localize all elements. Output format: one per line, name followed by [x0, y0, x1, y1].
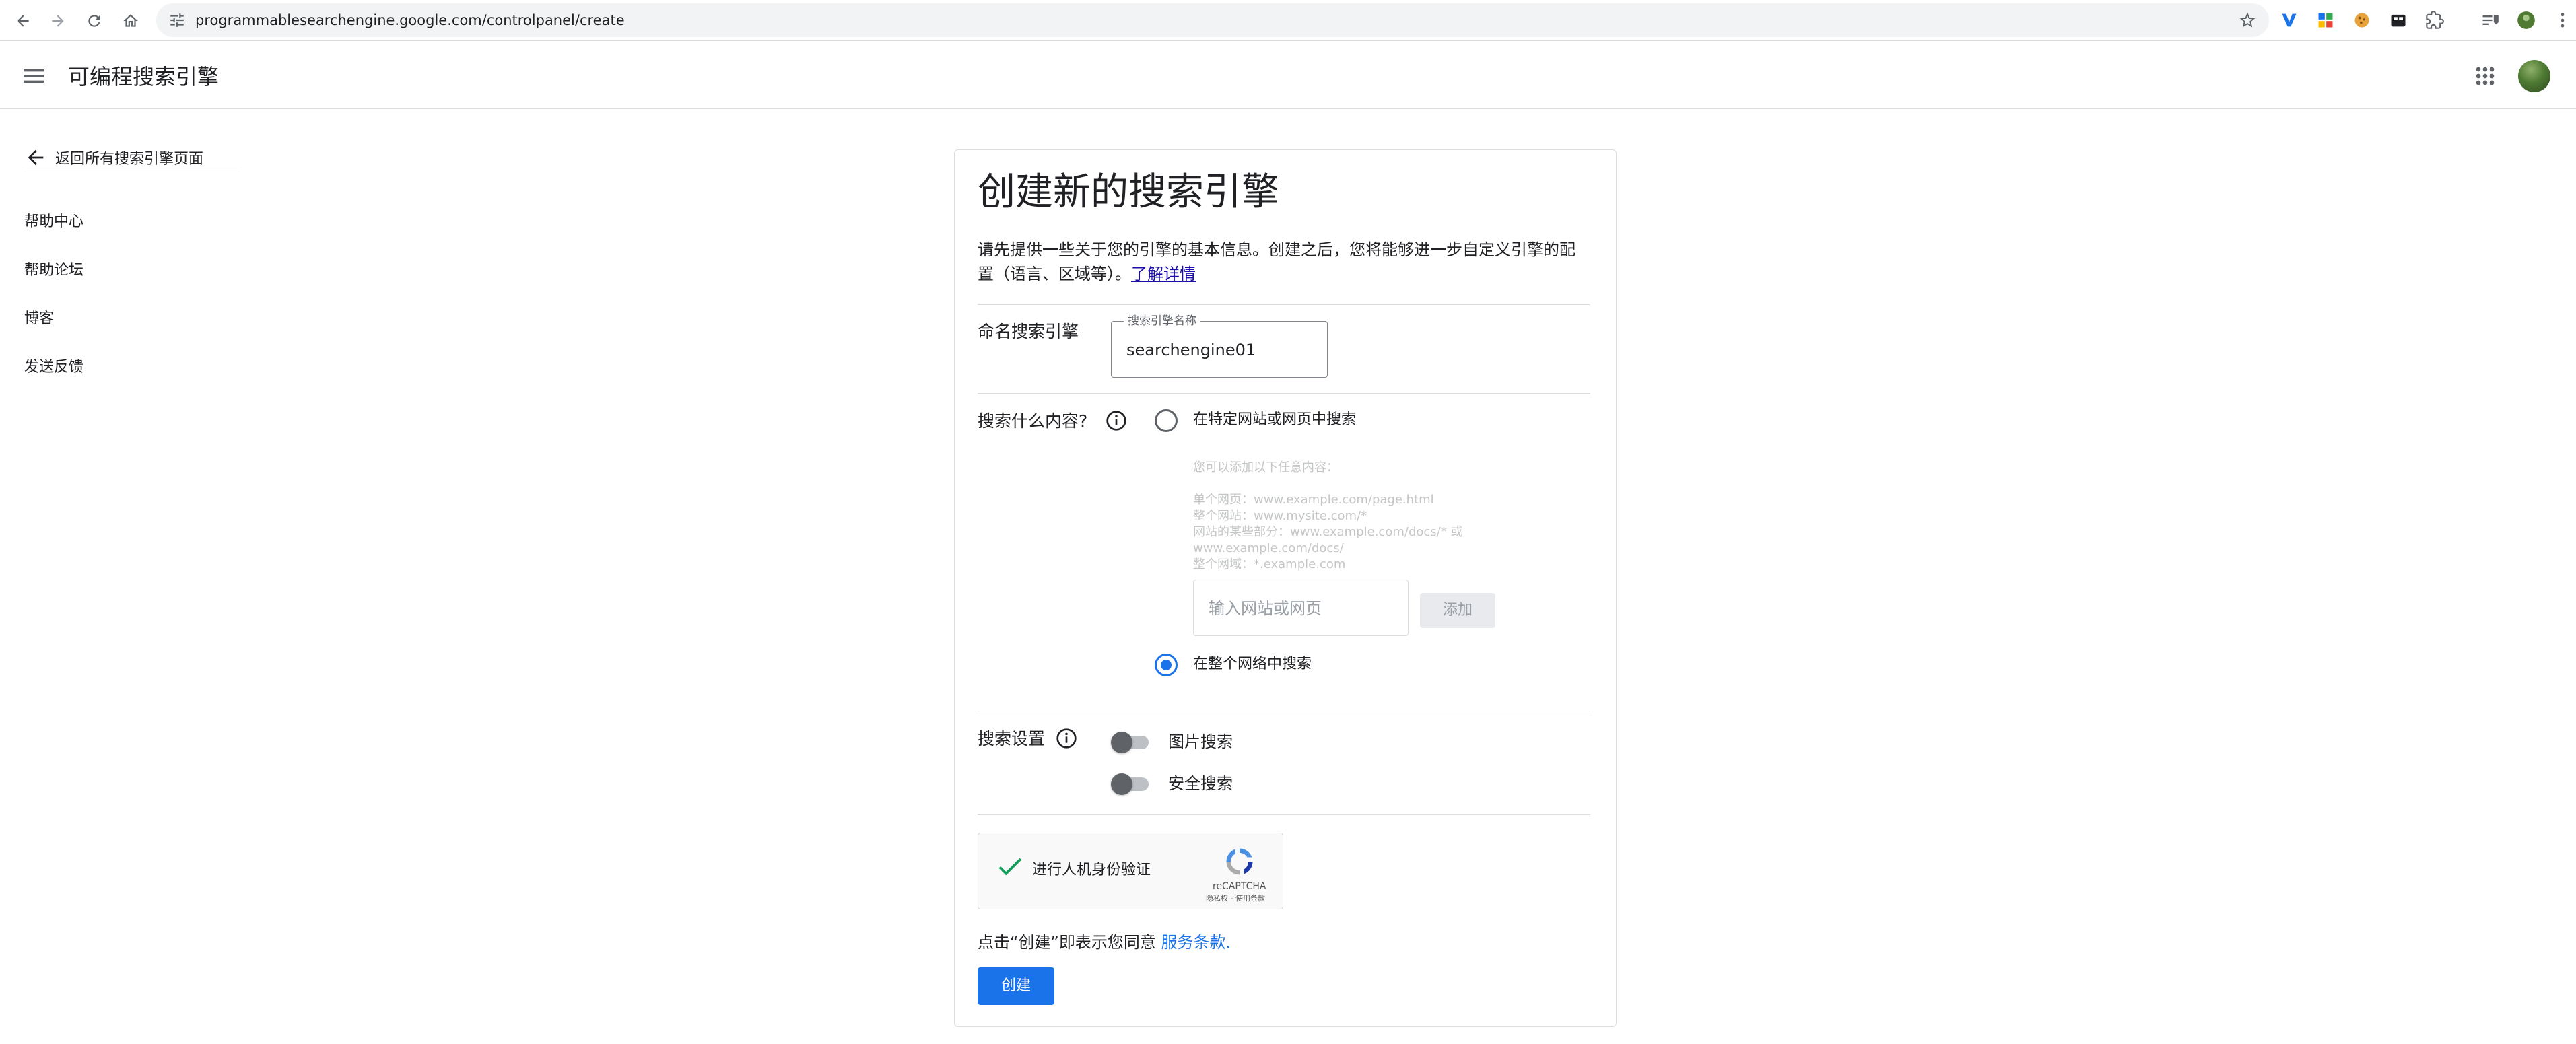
v-extension-icon[interactable]	[2278, 9, 2300, 31]
recaptcha-terms[interactable]: 隐私权 - 使用条款	[1206, 894, 1265, 903]
what-section-label: 搜索什么内容?	[978, 411, 1088, 431]
info-icon[interactable]	[1056, 728, 1077, 749]
sidebar-item-feedback[interactable]: 发送反馈	[24, 354, 83, 403]
learn-more-link[interactable]: 了解详情	[1131, 265, 1196, 283]
description-text: 请先提供一些关于您的引擎的基本信息。创建之后，您将能够进一步自定义引擎的配置（语…	[978, 240, 1575, 283]
divider	[978, 304, 1590, 305]
reload-icon[interactable]	[81, 7, 108, 34]
browser-toolbar: programmablesearchengine.google.com/cont…	[0, 0, 2576, 41]
image-search-label: 图片搜索	[1168, 732, 1233, 751]
url-text[interactable]: programmablesearchengine.google.com/cont…	[195, 11, 625, 29]
app-title[interactable]: 可编程搜索引擎	[68, 63, 219, 90]
hint-line: 整个网域：*.example.com	[1193, 557, 1346, 571]
site-url-placeholder: 输入网站或网页	[1209, 599, 1322, 618]
engine-name-field[interactable]: 搜索引擎名称 searchengine01	[1111, 313, 1328, 378]
sidebar-item-blog[interactable]: 博客	[24, 306, 83, 354]
sidebar-item-help-forum[interactable]: 帮助论坛	[24, 257, 83, 306]
forward-arrow-icon[interactable]	[44, 7, 71, 34]
hint-title: 您可以添加以下任意内容：	[1193, 460, 1338, 475]
create-button[interactable]: 创建	[978, 967, 1054, 1005]
info-icon[interactable]	[1106, 410, 1127, 431]
sidebar-item-help-center[interactable]: 帮助中心	[24, 209, 83, 257]
back-arrow-icon	[28, 149, 44, 165]
account-avatar[interactable]	[2518, 60, 2550, 92]
settings-section-label: 搜索设置	[978, 729, 1046, 749]
add-site-button[interactable]: 添加	[1420, 593, 1495, 628]
home-icon[interactable]	[117, 7, 144, 34]
engine-name-value[interactable]: searchengine01	[1126, 339, 1256, 361]
google-apps-icon[interactable]	[2472, 63, 2499, 90]
terms-of-service-link[interactable]: 服务条款.	[1161, 933, 1231, 952]
sidebar-nav: 帮助中心 帮助论坛 博客 发送反馈	[24, 209, 83, 403]
terms-agreement: 点击“创建”即表示您同意 服务条款.	[978, 931, 1231, 954]
reading-list-icon[interactable]	[2479, 9, 2501, 31]
site-info-icon[interactable]	[168, 11, 186, 29]
divider	[978, 814, 1590, 815]
back-arrow-icon[interactable]	[9, 7, 36, 34]
recaptcha-widget[interactable]: 进行人机身份验证 reCAPTCHA 隐私权 - 使用条款	[978, 833, 1283, 909]
divider	[978, 393, 1590, 394]
back-link-label: 返回所有搜索引擎页面	[55, 150, 204, 168]
back-to-all-engines-link[interactable]: 返回所有搜索引擎页面	[24, 143, 240, 172]
cookie-extension-icon[interactable]	[2351, 9, 2373, 31]
site-hint-text: 您可以添加以下任意内容： 单个网页：www.example.com/page.h…	[1193, 460, 1510, 573]
hint-line: 单个网页：www.example.com/page.html	[1193, 493, 1434, 507]
kebab-menu-icon[interactable]	[2552, 9, 2573, 31]
site-url-input[interactable]: 输入网站或网页	[1193, 580, 1409, 636]
recaptcha-label: 进行人机身份验证	[1032, 862, 1151, 878]
page-description: 请先提供一些关于您的引擎的基本信息。创建之后，您将能够进一步自定义引擎的配置（语…	[978, 238, 1590, 286]
safe-search-toggle[interactable]	[1111, 773, 1149, 795]
recaptcha-brand: reCAPTCHA	[1213, 881, 1266, 892]
agree-text: 点击“创建”即表示您同意	[978, 933, 1156, 952]
grid-extension-icon[interactable]	[2315, 9, 2336, 31]
engine-name-field-label: 搜索引擎名称	[1124, 313, 1200, 329]
bookmark-star-icon[interactable]	[2238, 11, 2257, 30]
hamburger-menu-icon[interactable]	[20, 63, 47, 90]
image-search-toggle[interactable]	[1111, 732, 1149, 753]
safe-search-label: 安全搜索	[1168, 774, 1233, 793]
page-title: 创建新的搜索引擎	[978, 170, 1279, 214]
app-header: 可编程搜索引擎	[0, 41, 2576, 109]
shop-extension-icon[interactable]	[2387, 9, 2409, 31]
checkmark-icon[interactable]	[994, 851, 1025, 882]
hint-line: 整个网站：www.mysite.com/*	[1193, 509, 1367, 523]
radio-entire-web-label[interactable]: 在整个网络中搜索	[1193, 654, 1312, 675]
recaptcha-logo-icon	[1226, 848, 1253, 875]
address-bar[interactable]: programmablesearchengine.google.com/cont…	[156, 3, 2269, 37]
create-engine-card: 创建新的搜索引擎 请先提供一些关于您的引擎的基本信息。创建之后，您将能够进一步自…	[954, 149, 1617, 1027]
radio-specific-sites-label[interactable]: 在特定网站或网页中搜索	[1193, 409, 1356, 431]
name-section-label: 命名搜索引擎	[978, 322, 1079, 341]
hint-line: 网站的某些部分：www.example.com/docs/* 或 www.exa…	[1193, 525, 1463, 555]
puzzle-extensions-icon[interactable]	[2424, 9, 2445, 31]
radio-specific-sites[interactable]	[1155, 409, 1178, 432]
radio-entire-web[interactable]	[1155, 654, 1178, 676]
profile-avatar-icon[interactable]	[2515, 9, 2537, 31]
